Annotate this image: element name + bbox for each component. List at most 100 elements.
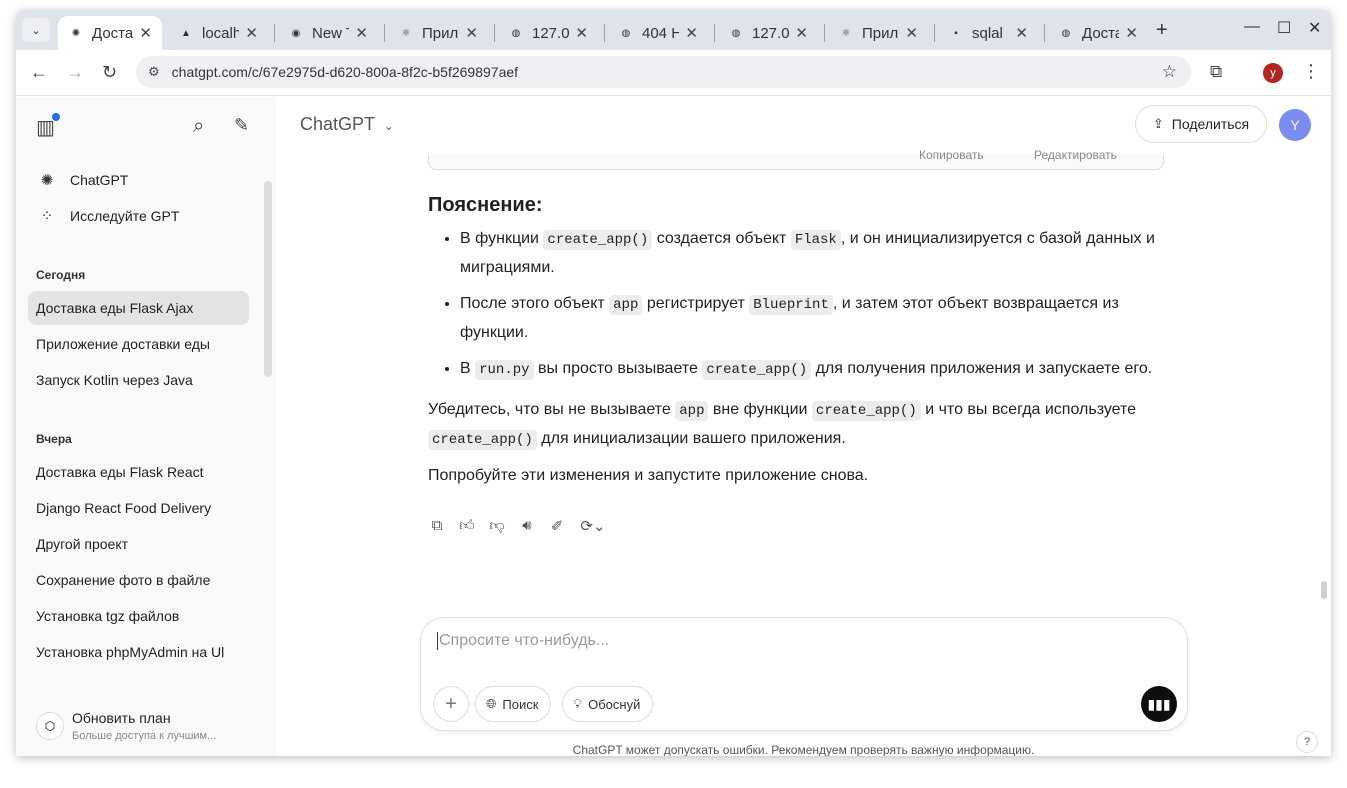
tab-title: Доста bbox=[1082, 24, 1120, 42]
reload-icon[interactable]: ↻ bbox=[102, 62, 117, 83]
tab-title: 404 H bbox=[642, 24, 680, 42]
chatgpt-icon: ✺ bbox=[71, 27, 81, 39]
chat-history-item[interactable]: Установка phpMyAdmin на Ul bbox=[28, 635, 249, 669]
tab-separator bbox=[274, 24, 275, 42]
chatgpt-logo-icon: ✺ bbox=[40, 172, 54, 189]
browser-tab[interactable]: ◍ Доста ✕ bbox=[1048, 16, 1148, 50]
close-tab-icon[interactable]: ✕ bbox=[685, 24, 698, 42]
sidebar-item-explore-gpt[interactable]: ⁘ Исследуйте GPT bbox=[28, 199, 249, 233]
text-run: вне функции bbox=[708, 401, 812, 418]
browser-menu-icon[interactable]: ⋮ bbox=[1302, 61, 1320, 82]
message-heading: Пояснение: bbox=[428, 194, 543, 216]
browser-tab[interactable]: ◉ New T ✕ bbox=[278, 16, 378, 50]
thumbs-up-icon[interactable]: 👍︎ bbox=[458, 517, 476, 535]
share-button[interactable]: ⇪ Поделиться bbox=[1135, 105, 1267, 143]
chrome-icon: ◉ bbox=[291, 27, 301, 39]
terminal-icon: ▪ bbox=[954, 27, 958, 39]
close-tab-icon[interactable]: ✕ bbox=[1125, 24, 1138, 42]
attach-button[interactable]: + bbox=[433, 686, 469, 722]
inline-code: create_app() bbox=[428, 430, 537, 450]
new-tab-button[interactable]: + bbox=[1156, 19, 1168, 42]
browser-tab[interactable]: ⚛ Прил ✕ bbox=[388, 16, 488, 50]
maximize-icon[interactable]: ☐ bbox=[1277, 18, 1291, 38]
edit-code-button[interactable]: Редактировать bbox=[1034, 148, 1117, 162]
minimize-icon[interactable]: — bbox=[1244, 18, 1260, 36]
sidebar-scrollbar[interactable] bbox=[264, 181, 272, 377]
browser-tab[interactable]: ▪ sqlal ✕ bbox=[938, 16, 1038, 50]
address-bar[interactable]: ⚙ chatgpt.com/c/67e2975d-d620-800a-8f2c-… bbox=[136, 56, 1191, 88]
disclaimer-text: ChatGPT может допускать ошибки. Рекоменд… bbox=[572, 743, 1035, 756]
list-item: После этого объект app регистрирует Blue… bbox=[460, 290, 1168, 347]
chat-history-item[interactable]: Доставка еды Flask Ajax bbox=[28, 291, 249, 325]
chat-history-item[interactable]: Сохранение фото в файле bbox=[28, 563, 249, 597]
help-button[interactable]: ? bbox=[1296, 731, 1318, 753]
localhost-icon: ▲ bbox=[181, 27, 191, 39]
voice-mode-button[interactable]: ▮▮▮ bbox=[1141, 686, 1177, 722]
close-tab-icon[interactable]: ✕ bbox=[139, 24, 152, 42]
user-avatar[interactable]: Y bbox=[1279, 109, 1311, 141]
close-tab-icon[interactable]: ✕ bbox=[905, 24, 918, 42]
text-run: для получения приложения и запускаете ег… bbox=[811, 360, 1153, 377]
reason-toggle[interactable]: 💡︎ Обоснуй bbox=[562, 686, 654, 722]
chat-history-item[interactable]: Установка tgz файлов bbox=[28, 599, 249, 633]
edit-canvas-icon[interactable]: ✐ bbox=[548, 517, 566, 535]
text-run: В bbox=[460, 360, 476, 377]
tab-title: sqlal bbox=[972, 24, 1003, 42]
read-aloud-icon[interactable]: 🔊︎ bbox=[518, 517, 536, 535]
tab-strip: ⌄ ✺ Доста ✕ ▲ localh ✕ ◉ New T ✕ ⚛ Прил ✕ ◍ 127.0 ✕ ◍ 40… bbox=[16, 10, 1331, 50]
forward-icon[interactable]: → bbox=[66, 62, 84, 83]
browser-tab[interactable]: ⚛ Прил ✕ bbox=[828, 16, 928, 50]
globe-icon: 🌐︎ bbox=[486, 696, 497, 711]
browser-tab[interactable]: ▲ localh ✕ bbox=[168, 16, 268, 50]
close-tab-icon[interactable]: ✕ bbox=[1015, 24, 1028, 42]
main-scrollbar[interactable] bbox=[1321, 581, 1327, 599]
upgrade-plan-button[interactable]: ⬡ Обновить план Больше доступа к лучшим.… bbox=[36, 704, 256, 748]
thumbs-down-icon[interactable]: 👎︎ bbox=[488, 517, 506, 535]
chat-history-item[interactable]: Другой проект bbox=[28, 527, 249, 561]
message-composer[interactable]: Спросите что-нибудь... + 🌐︎ Поиск 💡︎ Обо… bbox=[420, 617, 1188, 731]
browser-tab[interactable]: ◍ 127.0 ✕ bbox=[498, 16, 598, 50]
tab-search-button[interactable]: ⌄ bbox=[22, 18, 50, 42]
browser-window: ⌄ ✺ Доста ✕ ▲ localh ✕ ◉ New T ✕ ⚛ Прил ✕ ◍ 127.0 ✕ ◍ 40… bbox=[16, 10, 1331, 756]
extensions-icon[interactable]: ⧉ bbox=[1210, 62, 1222, 82]
close-window-icon[interactable]: ✕ bbox=[1308, 18, 1321, 38]
chat-history-item[interactable]: Доставка еды Flask React bbox=[28, 455, 249, 489]
search-icon[interactable]: ⌕ bbox=[193, 115, 204, 138]
chat-history-item[interactable]: Django React Food Delivery bbox=[28, 491, 249, 525]
close-tab-icon[interactable]: ✕ bbox=[355, 24, 368, 42]
code-block-footer: Копировать Редактировать bbox=[428, 148, 1164, 170]
site-info-icon[interactable]: ⚙ bbox=[148, 64, 160, 80]
back-icon[interactable]: ← bbox=[30, 62, 48, 83]
browser-tab[interactable]: ◍ 404 H ✕ bbox=[608, 16, 708, 50]
bookmark-star-icon[interactable]: ☆ bbox=[1162, 62, 1177, 82]
assistant-message: Пояснение: В функции create_app() создае… bbox=[428, 193, 1168, 498]
tab-separator bbox=[384, 24, 385, 42]
search-toggle[interactable]: 🌐︎ Поиск bbox=[475, 686, 552, 722]
profile-avatar[interactable]: y bbox=[1263, 63, 1283, 83]
sidebar-item-chatgpt[interactable]: ✺ ChatGPT bbox=[28, 163, 249, 197]
tab-separator bbox=[824, 24, 825, 42]
copy-icon[interactable]: ⧉ bbox=[428, 517, 446, 535]
close-tab-icon[interactable]: ✕ bbox=[465, 24, 478, 42]
chat-main: ChatGPT ⌄ ⇪ Поделиться Y Копировать Реда… bbox=[276, 97, 1331, 756]
regenerate-icon[interactable]: ⟳⌄ bbox=[578, 517, 608, 535]
tab-title: Прил bbox=[862, 24, 899, 42]
chat-history-item[interactable]: Запуск Kotlin через Java bbox=[28, 363, 249, 397]
copy-code-button[interactable]: Копировать bbox=[919, 148, 984, 162]
explanation-list: В функции create_app() создается объект … bbox=[428, 225, 1168, 384]
tab-title: New T bbox=[312, 24, 349, 42]
upgrade-title: Обновить план bbox=[72, 710, 171, 726]
new-chat-icon[interactable]: ✎ bbox=[234, 115, 249, 136]
close-tab-icon[interactable]: ✕ bbox=[575, 24, 588, 42]
prompt-input[interactable]: Спросите что-нибудь... bbox=[437, 632, 609, 650]
chat-history-item[interactable]: Приложение доставки еды bbox=[28, 327, 249, 361]
message-actions: ⧉ 👍︎ 👎︎ 🔊︎ ✐ ⟳⌄ bbox=[428, 517, 608, 535]
browser-tab[interactable]: ◍ 127.0 ✕ bbox=[718, 16, 818, 50]
browser-tab[interactable]: ✺ Доста ✕ bbox=[58, 16, 162, 50]
upgrade-subtitle: Больше доступа к лучшим... bbox=[72, 730, 217, 742]
close-tab-icon[interactable]: ✕ bbox=[795, 24, 808, 42]
react-icon: ⚛ bbox=[401, 27, 411, 39]
model-selector[interactable]: ChatGPT ⌄ bbox=[300, 114, 394, 135]
close-tab-icon[interactable]: ✕ bbox=[245, 24, 258, 42]
reason-toggle-label: Обоснуй bbox=[588, 696, 641, 712]
